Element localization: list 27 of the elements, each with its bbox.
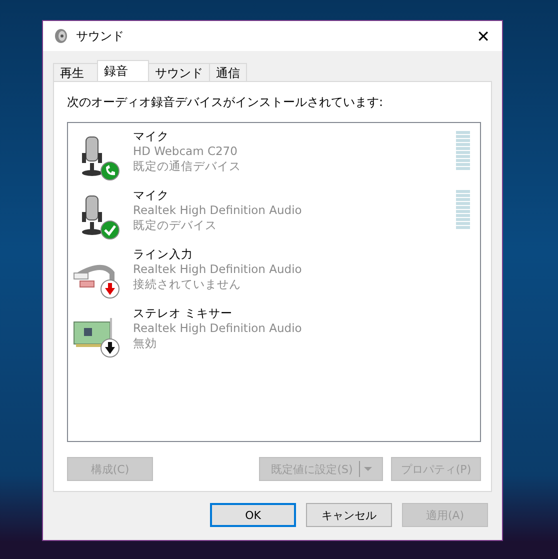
tab[interactable]: 通信 [209, 63, 247, 81]
device-status: 既定のデバイス [133, 218, 218, 233]
device-name: ライン入力 [133, 247, 194, 262]
device-status: 無効 [133, 336, 158, 351]
tab[interactable]: 再生 [53, 63, 98, 81]
device-name: マイク [133, 129, 170, 144]
device-status: 接続されていません [133, 277, 242, 292]
device-driver: Realtek High Definition Audio [133, 203, 302, 218]
device-name: マイク [133, 188, 170, 203]
close-button[interactable]: ✕ [472, 26, 494, 46]
dropdown-arrow-icon [362, 465, 373, 473]
sound-card-icon [74, 318, 112, 347]
device-driver: Realtek High Definition Audio [133, 262, 302, 277]
speaker-icon [53, 28, 69, 44]
device-driver: HD Webcam C270 [133, 144, 238, 159]
audio-cable-icon [74, 265, 114, 288]
device-driver: Realtek High Definition Audio [133, 321, 302, 336]
dialog-button[interactable]: OK [210, 503, 296, 527]
device-status: 既定の通信デバイス [133, 159, 241, 174]
dialog-button[interactable]: キャンセル [306, 503, 392, 527]
window-title: サウンド [76, 28, 125, 44]
microphone-icon [82, 196, 102, 235]
instruction-text: 次のオーディオ録音デバイスがインストールされています: [67, 94, 384, 111]
tab[interactable]: 録音 [97, 60, 149, 81]
device-name: ステレオ ミキサー [133, 306, 234, 321]
microphone-icon [82, 136, 102, 176]
tab[interactable]: サウンド [148, 63, 210, 81]
